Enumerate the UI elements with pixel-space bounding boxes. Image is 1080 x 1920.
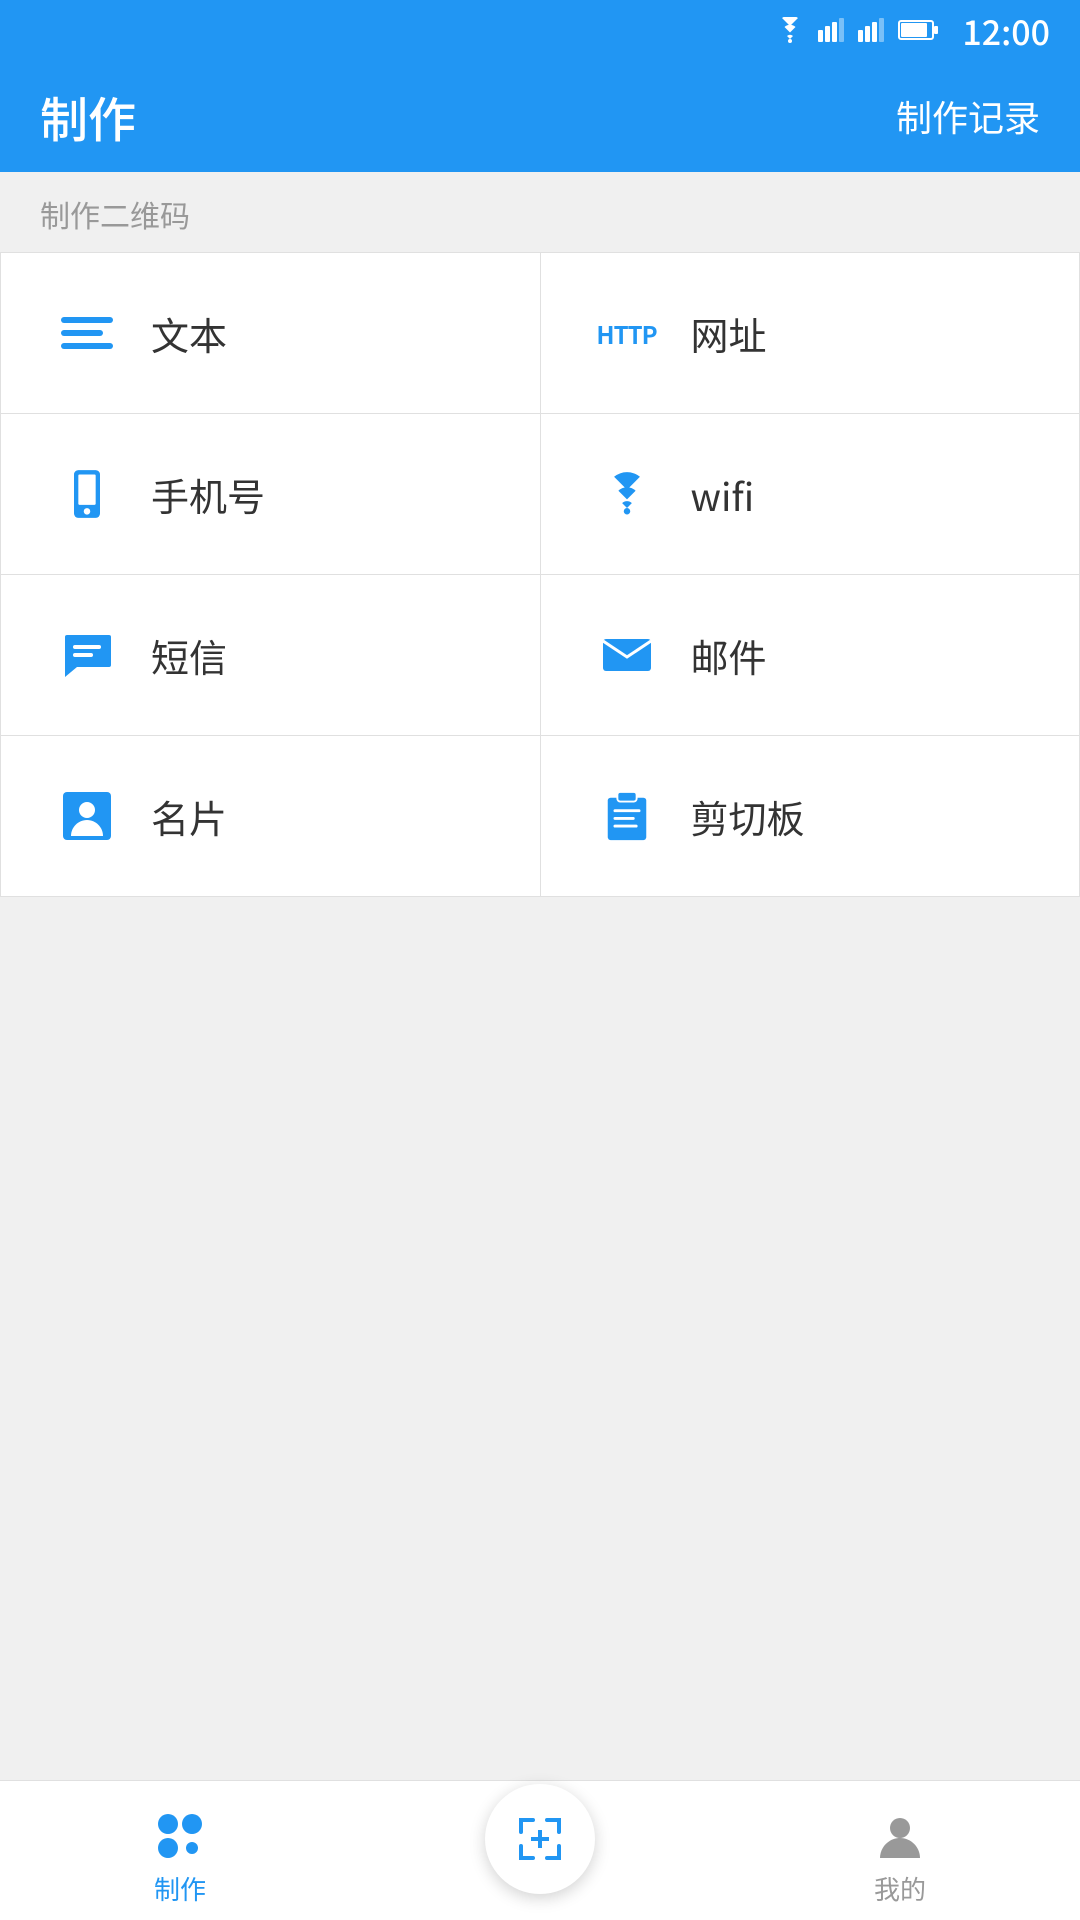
grid-item-text[interactable]: 文本 xyxy=(1,253,541,414)
grid-item-sms[interactable]: 短信 xyxy=(1,575,541,736)
nav-item-make[interactable]: 制作 xyxy=(0,1794,360,1907)
mail-icon xyxy=(591,619,663,691)
status-bar: 12:00 xyxy=(0,0,1080,60)
app-title: 制作 xyxy=(40,81,136,151)
signal-icon-1 xyxy=(818,18,846,42)
bottom-nav: 制作 我的 xyxy=(0,1780,1080,1920)
section-label: 制作二维码 xyxy=(0,172,1080,252)
wifi-label: wifi xyxy=(691,467,755,522)
nav-item-mine[interactable]: 我的 xyxy=(720,1794,1080,1907)
contact-icon xyxy=(51,780,123,852)
clipboard-label: 剪切板 xyxy=(691,789,805,844)
wifi-status-icon xyxy=(774,17,806,43)
empty-area xyxy=(0,897,1080,1780)
url-label: 网址 xyxy=(691,306,767,361)
nav-item-scan[interactable] xyxy=(360,1788,720,1914)
mail-label: 邮件 xyxy=(691,628,767,683)
grid-item-contact[interactable]: 名片 xyxy=(1,736,541,897)
phone-icon xyxy=(51,458,123,530)
grid-item-clipboard[interactable]: 剪切板 xyxy=(541,736,1080,897)
app-bar: 制作 制作记录 xyxy=(0,60,1080,172)
wifi-icon xyxy=(591,458,663,530)
grid-item-wifi[interactable]: wifi xyxy=(541,414,1080,575)
make-icon xyxy=(154,1810,206,1862)
text-label: 文本 xyxy=(151,306,227,361)
grid-item-phone[interactable]: 手机号 xyxy=(1,414,541,575)
scan-button[interactable] xyxy=(485,1784,595,1894)
status-time: 12:00 xyxy=(962,6,1050,55)
battery-icon xyxy=(898,19,940,41)
scan-icon xyxy=(511,1810,569,1868)
mine-nav-label: 我的 xyxy=(874,1870,926,1907)
http-icon: HTTP xyxy=(591,297,663,369)
make-nav-label: 制作 xyxy=(154,1870,206,1907)
grid-item-mail[interactable]: 邮件 xyxy=(541,575,1080,736)
status-icons: 12:00 xyxy=(774,6,1050,55)
phone-label: 手机号 xyxy=(151,467,265,522)
clipboard-icon xyxy=(591,780,663,852)
signal-icon-2 xyxy=(858,18,886,42)
contact-label: 名片 xyxy=(151,789,227,844)
mine-icon xyxy=(874,1810,926,1862)
sms-label: 短信 xyxy=(151,628,227,683)
grid-item-url[interactable]: HTTP 网址 xyxy=(541,253,1080,414)
action-history-button[interactable]: 制作记录 xyxy=(896,90,1040,142)
main-content: 制作二维码 文本 HTTP 网址 xyxy=(0,172,1080,1780)
qr-type-grid: 文本 HTTP 网址 手机号 xyxy=(0,252,1080,897)
sms-icon xyxy=(51,619,123,691)
text-icon xyxy=(51,297,123,369)
